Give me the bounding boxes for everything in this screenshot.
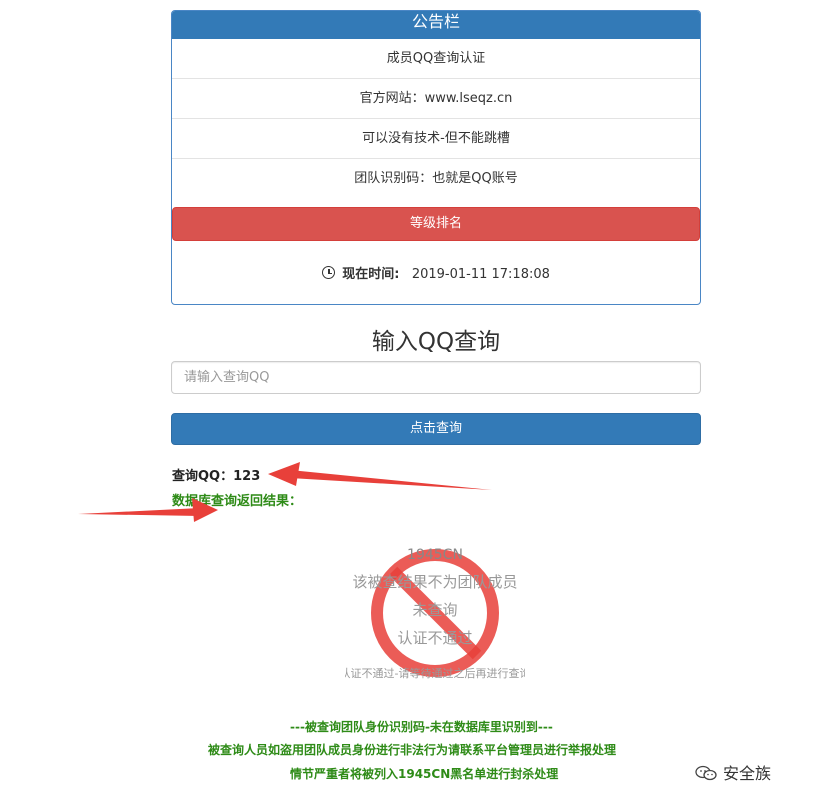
- notice-row-website: 官方网站：www.lseqz.cn: [172, 79, 700, 119]
- current-time-value: 2019-01-11 17:18:08: [411, 267, 550, 282]
- watermark-text: 安全族: [723, 764, 772, 783]
- notice-row-member-query: 成员QQ查询认证: [172, 39, 700, 79]
- notice-row-team-code: 团队识别码：也就是QQ账号: [354, 171, 518, 186]
- wechat-icon: [695, 765, 717, 781]
- clock-icon: [322, 266, 336, 279]
- notice-board-panel: 公告栏 成员QQ查询认证 官方网站：www.lseqz.cn 可以没有技术-但不…: [171, 10, 701, 305]
- watermark: 安全族: [695, 760, 771, 784]
- query-button[interactable]: 点击查询: [171, 413, 701, 445]
- queried-qq-text: 查询QQ：123: [172, 469, 261, 484]
- db-result-label: 数据库查询返回结果：: [172, 494, 303, 509]
- current-time-row: 现在时间: 2019-01-11 17:18:08: [172, 263, 700, 282]
- qq-search-input[interactable]: [171, 361, 701, 394]
- stamp-line-2: 该被查结果不为团队成员: [352, 573, 517, 591]
- warning-line-1: ---被查询团队身份识别码-未在数据库里识别到---: [290, 720, 553, 734]
- arrow-to-queried-qq: [268, 462, 492, 490]
- notice-board-title: 公告栏: [172, 11, 700, 39]
- warning-line-3: 情节严重者将被列入1945CN黑名单进行封杀处理: [290, 767, 559, 781]
- warning-line-2: 被查询人员如盗用团队成员身份进行非法行为请联系平台管理员进行举报处理: [208, 743, 617, 757]
- stamp-line-1: 1945CN: [407, 547, 463, 563]
- stamp-line-3: 未查询: [412, 601, 457, 619]
- not-verified-stamp: 1945CN 该被查结果不为团队成员 未查询 认证不通过 认证不通过-请等待通过…: [345, 547, 525, 680]
- notice-row-motto: 可以没有技术-但不能跳槽: [172, 119, 700, 159]
- stamp-line-4: 认证不通过: [397, 629, 472, 647]
- rank-button[interactable]: 等级排名: [172, 207, 700, 241]
- stamp-line-5: 认证不通过-请等待通过之后再进行查询: [345, 666, 525, 680]
- query-title: 输入QQ查询: [371, 329, 501, 355]
- current-time-label: 现在时间:: [342, 267, 400, 282]
